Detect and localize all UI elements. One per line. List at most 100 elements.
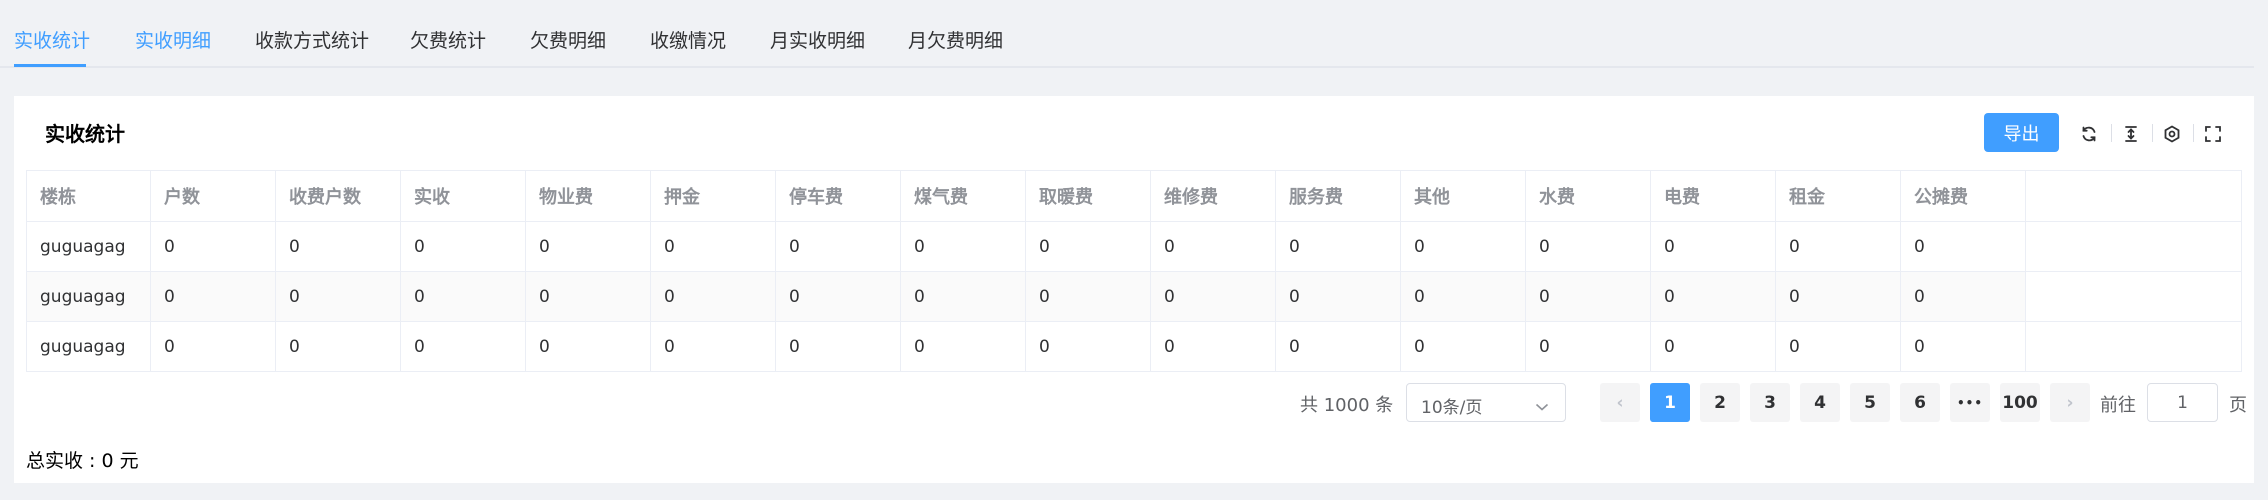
table-cell: 0 <box>150 221 276 272</box>
page-suffix: 页 <box>2229 395 2247 416</box>
table-cell: 0 <box>900 321 1026 372</box>
column-header-rent[interactable]: 租金 <box>1775 170 1901 222</box>
table-cell: 0 <box>1275 321 1401 372</box>
table-cell: 0 <box>650 221 776 272</box>
column-header-deposit[interactable]: 押金 <box>650 170 776 222</box>
next-page-button[interactable]: › <box>2050 383 2090 422</box>
toolbar-divider <box>2111 124 2112 142</box>
table-cell: 0 <box>1900 271 2026 322</box>
page-button-6[interactable]: 6 <box>1900 383 1940 422</box>
table-cell: 0 <box>275 321 401 372</box>
tab-actual-stats[interactable]: 实收统计 <box>14 28 90 54</box>
table-cell: 0 <box>650 271 776 322</box>
table-cell: 0 <box>1150 271 1276 322</box>
page-size-select[interactable]: 10条/页 <box>1406 383 1566 422</box>
table-cell: 0 <box>400 221 526 272</box>
table-cell: 0 <box>775 221 901 272</box>
goto-label: 前往 <box>2100 395 2136 416</box>
table-filler-cell <box>2025 271 2242 322</box>
stats-table: 楼栋 户数 收费户数 实收 物业费 押金 停车费 煤气费 取暖费 维修费 服务费… <box>26 170 2242 372</box>
table-cell: 0 <box>1025 321 1151 372</box>
export-button[interactable]: 导出 <box>1984 113 2059 152</box>
chevron-down-icon <box>1535 397 1549 417</box>
table-filler-cell <box>2025 321 2242 372</box>
table-cell: guguagag <box>26 221 151 272</box>
column-header-maintenance-fee[interactable]: 维修费 <box>1150 170 1276 222</box>
fullscreen-icon[interactable] <box>2202 123 2224 145</box>
pagination-total: 共 1000 条 <box>1300 395 1394 416</box>
table-cell: 0 <box>150 271 276 322</box>
refresh-icon[interactable] <box>2078 123 2100 145</box>
page-button-5[interactable]: 5 <box>1850 383 1890 422</box>
tab-monthly-arrears-detail[interactable]: 月欠费明细 <box>908 28 1003 54</box>
pagination: 共 1000 条 10条/页 ‹ 1 2 3 4 5 6 ••• 100 › 前… <box>14 383 2254 423</box>
table-cell: guguagag <box>26 271 151 322</box>
tab-arrears-stats[interactable]: 欠费统计 <box>410 28 486 54</box>
active-tab-indicator <box>14 64 86 67</box>
column-header-water-fee[interactable]: 水费 <box>1525 170 1651 222</box>
toolbar-divider <box>2152 124 2153 142</box>
column-header-service-fee[interactable]: 服务费 <box>1275 170 1401 222</box>
table-cell: guguagag <box>26 321 151 372</box>
table-cell: 0 <box>400 321 526 372</box>
column-header-gas-fee[interactable]: 煤气费 <box>900 170 1026 222</box>
column-header-paying-households[interactable]: 收费户数 <box>275 170 401 222</box>
table-cell: 0 <box>1400 321 1526 372</box>
table-cell: 0 <box>525 271 651 322</box>
table-cell: 0 <box>150 321 276 372</box>
table-cell: 0 <box>1150 221 1276 272</box>
more-pages-button[interactable]: ••• <box>1950 383 1990 422</box>
table-cell: 0 <box>400 271 526 322</box>
table-cell: 0 <box>525 321 651 372</box>
table-header-row: 楼栋 户数 收费户数 实收 物业费 押金 停车费 煤气费 取暖费 维修费 服务费… <box>26 170 2242 222</box>
table-cell: 0 <box>650 321 776 372</box>
page-button-3[interactable]: 3 <box>1750 383 1790 422</box>
table-cell: 0 <box>1400 271 1526 322</box>
tab-collection-status[interactable]: 收缴情况 <box>650 28 726 54</box>
table-cell: 0 <box>1400 221 1526 272</box>
column-header-property-fee[interactable]: 物业费 <box>525 170 651 222</box>
toolbar-divider <box>2193 124 2194 142</box>
page-button-last[interactable]: 100 <box>2000 383 2040 422</box>
table-cell: 0 <box>1025 271 1151 322</box>
tab-monthly-actual-detail[interactable]: 月实收明细 <box>770 28 865 54</box>
column-header-building[interactable]: 楼栋 <box>26 170 151 222</box>
table-cell: 0 <box>1650 221 1776 272</box>
table-cell: 0 <box>1525 221 1651 272</box>
table-filler-cell <box>2025 170 2242 222</box>
column-header-other[interactable]: 其他 <box>1400 170 1526 222</box>
page-button-1[interactable]: 1 <box>1650 383 1690 422</box>
column-height-icon[interactable] <box>2120 123 2142 145</box>
table-cell: 0 <box>775 271 901 322</box>
table-cell: 0 <box>1650 271 1776 322</box>
column-header-shared-fee[interactable]: 公摊费 <box>1900 170 2026 222</box>
tab-payment-method-stats[interactable]: 收款方式统计 <box>255 28 369 54</box>
table-cell: 0 <box>525 221 651 272</box>
page-button-2[interactable]: 2 <box>1700 383 1740 422</box>
table-cell: 0 <box>1775 321 1901 372</box>
table-cell: 0 <box>1275 271 1401 322</box>
table-cell: 0 <box>1525 271 1651 322</box>
settings-icon[interactable] <box>2161 123 2183 145</box>
column-header-electricity-fee[interactable]: 电费 <box>1650 170 1776 222</box>
page-size-value: 10条/页 <box>1421 398 1483 418</box>
goto-page-input[interactable] <box>2147 383 2218 422</box>
column-header-actual-received[interactable]: 实收 <box>400 170 526 222</box>
table-cell: 0 <box>1775 271 1901 322</box>
tab-actual-detail[interactable]: 实收明细 <box>135 28 211 54</box>
table-cell: 0 <box>1275 221 1401 272</box>
table-cell: 0 <box>275 271 401 322</box>
prev-page-button[interactable]: ‹ <box>1600 383 1640 422</box>
table-cell: 0 <box>1525 321 1651 372</box>
tab-arrears-detail[interactable]: 欠费明细 <box>530 28 606 54</box>
table-cell: 0 <box>1900 221 2026 272</box>
column-header-heating-fee[interactable]: 取暖费 <box>1025 170 1151 222</box>
table-row: guguagag 0 0 0 0 0 0 0 0 0 0 0 0 0 0 0 <box>26 271 2242 322</box>
page-button-4[interactable]: 4 <box>1800 383 1840 422</box>
total-received-summary: 总实收 : 0 元 <box>26 450 139 472</box>
stats-card: 实收统计 导出 楼栋 户数 收费户数 实收 物业费 押金 停车费 煤气费 取暖费… <box>14 96 2254 483</box>
tab-bar: 实收统计 实收明细 收款方式统计 欠费统计 欠费明细 收缴情况 月实收明细 月欠… <box>0 0 2254 68</box>
column-header-parking-fee[interactable]: 停车费 <box>775 170 901 222</box>
table-cell: 0 <box>900 221 1026 272</box>
column-header-households[interactable]: 户数 <box>150 170 276 222</box>
